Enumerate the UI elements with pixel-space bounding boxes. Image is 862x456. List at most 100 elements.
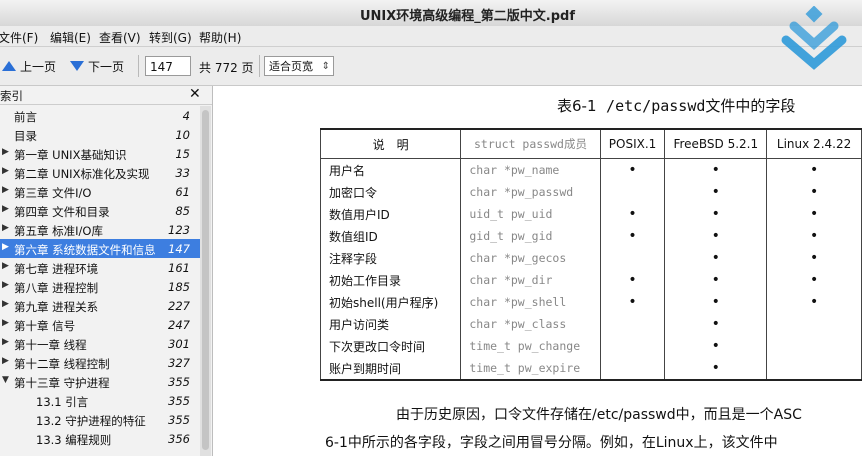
scrollbar-thumb[interactable] <box>202 110 209 450</box>
sidebar-item-label: 第十三章 守护进程 <box>14 376 110 390</box>
table-cell-posix: • <box>599 291 666 313</box>
table-row: 初始工作目录 char *pw_dir • • • <box>319 269 862 291</box>
sidebar-item-page: 355 <box>168 413 190 427</box>
table-cell-freebsd: • <box>664 181 768 203</box>
document-view[interactable]: 表6-1 /etc/passwd文件中的字段 说 明 struct passwd… <box>213 86 862 456</box>
chevron-right-icon[interactable]: ▶ <box>2 223 9 233</box>
sidebar-item[interactable]: ▶ 第五章 标准I/O库 123 <box>0 220 200 239</box>
sidebar-item[interactable]: ▶ 第九章 进程关系 227 <box>0 296 200 315</box>
table-cell-posix <box>599 357 666 381</box>
table-header: FreeBSD 5.2.1 <box>664 128 768 159</box>
sidebar-scrollbar[interactable] <box>200 106 211 456</box>
table-cell-linux: • <box>766 158 862 181</box>
sidebar-item-label: 第一章 UNIX基础知识 <box>14 148 127 162</box>
table-row: 用户名 char *pw_name • • • <box>319 158 862 181</box>
table-header: POSIX.1 <box>599 128 666 159</box>
toolbar-separator <box>138 55 139 77</box>
chevron-right-icon[interactable]: ▶ <box>2 261 9 271</box>
sidebar-item-page: 227 <box>168 299 190 313</box>
paragraph-line: 由于历史原因，口令文件存储在/etc/passwd中，而且是一个ASC <box>396 407 802 423</box>
sidebar-item-page: 147 <box>168 242 190 256</box>
sidebar-item[interactable]: 13.1 引言 355 <box>0 391 200 410</box>
sidebar-item-label: 前言 <box>14 110 37 124</box>
next-page-button[interactable]: 下一页 <box>70 55 124 77</box>
chevron-down-icon[interactable]: ▼ <box>2 375 9 385</box>
chevron-right-icon[interactable]: ▶ <box>2 147 9 157</box>
sidebar-item[interactable]: 13.3 编程规则 356 <box>0 429 200 448</box>
chevron-right-icon[interactable]: ▶ <box>2 242 9 252</box>
menu-view[interactable]: 查看(V) <box>99 29 141 46</box>
menu-file[interactable]: 文件(F) <box>0 29 38 46</box>
table-cell-linux: • <box>766 181 862 203</box>
sidebar-item[interactable]: ▶ 第十章 信号 247 <box>0 315 200 334</box>
page-number-input[interactable]: 147 <box>145 56 191 76</box>
paragraph-line: 6-1中所示的各字段，字段之间用冒号分隔。例如，在Linux上，该文件中 <box>325 435 778 451</box>
table-cell-freebsd: • <box>664 158 768 181</box>
table-row: 注释字段 char *pw_gecos • • <box>319 247 862 269</box>
chevron-right-icon[interactable]: ▶ <box>2 356 9 366</box>
sidebar-item-label: 目录 <box>14 129 37 143</box>
table-cell-member: char *pw_shell <box>460 291 601 313</box>
table-cell-freebsd: • <box>664 313 768 335</box>
menu-go[interactable]: 转到(G) <box>149 29 192 46</box>
table-cell-freebsd: • <box>664 225 768 247</box>
table-cell-posix <box>599 313 666 335</box>
chevron-updown-icon: ⇕ <box>321 61 330 72</box>
sidebar-item[interactable]: ▶ 第十一章 线程 301 <box>0 334 200 353</box>
table-cell-linux: • <box>766 225 862 247</box>
sidebar-item[interactable]: ▶ 第三章 文件I/O 61 <box>0 182 200 201</box>
table-cell-linux <box>766 313 862 335</box>
sidebar-item[interactable]: ▶ 第七章 进程环境 161 <box>0 258 200 277</box>
toolbar-separator <box>259 55 260 77</box>
sidebar: 索引 ✕ 前言 4 目录 10 ▶ 第一章 UNIX基础知识 15 ▶ 第二章 UNIX标准化及… <box>0 86 213 456</box>
sidebar-item[interactable]: 13.2 守护进程的特征 355 <box>0 410 200 429</box>
sidebar-item-page: 85 <box>175 204 190 218</box>
sidebar-title: 索引 <box>0 89 23 103</box>
sidebar-item-page: 185 <box>168 280 190 294</box>
table-cell-freebsd: • <box>664 203 768 225</box>
table-cell-member: char *pw_name <box>460 158 601 181</box>
sidebar-item[interactable]: 前言 4 <box>0 106 200 125</box>
sidebar-item-label: 第十章 信号 <box>14 319 76 333</box>
sidebar-item[interactable]: 目录 10 <box>0 125 200 144</box>
sidebar-item[interactable]: ▶ 第四章 文件和目录 85 <box>0 201 200 220</box>
sidebar-item-label: 第二章 UNIX标准化及实现 <box>14 167 150 181</box>
chevron-right-icon[interactable]: ▶ <box>2 280 9 290</box>
menu-edit[interactable]: 编辑(E) <box>50 29 91 46</box>
zoom-select[interactable]: 适合页宽 ⇕ <box>264 56 334 76</box>
arrow-up-icon <box>2 61 16 71</box>
sidebar-item-label: 第六章 系统数据文件和信息 <box>14 243 156 257</box>
passwd-fields-table: 说 明 struct passwd成员 POSIX.1 FreeBSD 5.2.… <box>319 128 862 381</box>
sidebar-item[interactable]: ▶ 第十二章 线程控制 327 <box>0 353 200 372</box>
chevron-right-icon[interactable]: ▶ <box>2 337 9 347</box>
caption-prefix: 表6-1 <box>557 97 597 115</box>
sidebar-item-page: 123 <box>168 223 190 237</box>
prev-page-button[interactable]: 上一页 <box>2 55 56 77</box>
table-cell-desc: 账户到期时间 <box>319 357 462 381</box>
sidebar-item[interactable]: ▶ 第六章 系统数据文件和信息 147 <box>0 239 200 258</box>
chevron-right-icon[interactable]: ▶ <box>2 185 9 195</box>
table-header: struct passwd成员 <box>460 128 601 159</box>
table-cell-member: char *pw_gecos <box>460 247 601 269</box>
chevron-right-icon[interactable]: ▶ <box>2 299 9 309</box>
table-cell-freebsd: • <box>664 357 768 381</box>
chevron-right-icon[interactable]: ▶ <box>2 204 9 214</box>
menu-bar: 文件(F) 编辑(E) 查看(V) 转到(G) 帮助(H) <box>0 26 862 47</box>
table-caption: 表6-1 /etc/passwd文件中的字段 <box>557 95 795 116</box>
sidebar-item-label: 第十一章 线程 <box>14 338 87 352</box>
sidebar-item[interactable]: ▶ 第一章 UNIX基础知识 15 <box>0 144 200 163</box>
caption-path: /etc/passwd <box>606 97 706 115</box>
table-cell-desc: 加密口令 <box>319 181 462 203</box>
table-row: 账户到期时间 time_t pw_expire • <box>319 357 862 381</box>
chevron-right-icon[interactable]: ▶ <box>2 318 9 328</box>
menu-help[interactable]: 帮助(H) <box>199 29 241 46</box>
chevron-right-icon[interactable]: ▶ <box>2 166 9 176</box>
table-cell-linux <box>766 335 862 357</box>
close-icon[interactable]: ✕ <box>189 86 201 102</box>
sidebar-item[interactable]: ▼ 第十三章 守护进程 355 <box>0 372 200 391</box>
sidebar-item-page: 161 <box>168 261 190 275</box>
sidebar-item[interactable]: ▶ 第二章 UNIX标准化及实现 33 <box>0 163 200 182</box>
sidebar-item-page: 61 <box>175 185 190 199</box>
sidebar-item[interactable]: ▶ 第八章 进程控制 185 <box>0 277 200 296</box>
table-row: 数值组ID gid_t pw_gid • • • <box>319 225 862 247</box>
